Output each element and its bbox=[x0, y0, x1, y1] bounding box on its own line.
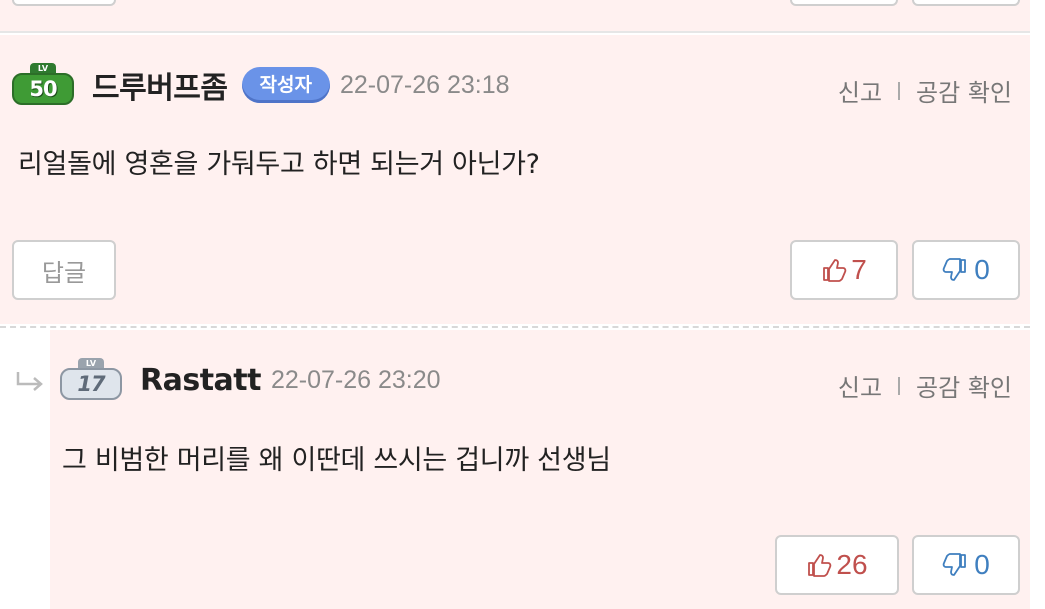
like-button[interactable]: 26 bbox=[775, 535, 899, 595]
reply-button[interactable]: 답글 bbox=[12, 240, 116, 300]
divider bbox=[898, 81, 901, 100]
thumbs-up-icon bbox=[806, 552, 832, 578]
author-name[interactable]: Rastatt bbox=[140, 363, 261, 398]
comment-time: 22-07-26 23:20 bbox=[270, 365, 441, 394]
author-badge: 작성자 bbox=[241, 67, 330, 103]
comment-actions: 신고 공감 확인 bbox=[838, 73, 1012, 108]
dislike-count: 0 bbox=[974, 254, 990, 285]
level-number: 17 bbox=[60, 368, 122, 400]
reply-arrow-icon bbox=[16, 372, 43, 391]
dislike-button[interactable]: 0 bbox=[912, 240, 1020, 300]
check-likes-link[interactable]: 공감 확인 bbox=[916, 368, 1012, 403]
report-link[interactable]: 신고 bbox=[838, 73, 882, 108]
comment-actions: 신고 공감 확인 bbox=[838, 368, 1012, 403]
check-likes-link[interactable]: 공감 확인 bbox=[916, 73, 1012, 108]
author-name[interactable]: 드루버프좀 bbox=[92, 63, 228, 107]
comment-header: LV 50 드루버프좀 작성자 22-07-26 23:18 bbox=[12, 63, 510, 107]
previous-like-button[interactable] bbox=[790, 0, 898, 6]
like-count: 7 bbox=[851, 254, 867, 285]
comment-divider bbox=[0, 326, 1030, 328]
thumbs-down-icon bbox=[942, 257, 968, 283]
report-link[interactable]: 신고 bbox=[838, 368, 882, 403]
reply-button-label: 답글 bbox=[41, 258, 87, 287]
previous-dislike-button[interactable] bbox=[912, 0, 1020, 6]
level-number: 50 bbox=[12, 73, 74, 105]
comment-text: 리얼돌에 영혼을 가둬두고 하면 되는거 아닌가? bbox=[18, 149, 540, 180]
comment-item: LV 50 드루버프좀 작성자 22-07-26 23:18 신고 공감 확인 … bbox=[0, 35, 1030, 324]
reply-comment-item: LV 17 Rastatt 22-07-26 23:20 신고 공감 확인 그 … bbox=[50, 330, 1030, 609]
comment-header: LV 17 Rastatt 22-07-26 23:20 bbox=[60, 358, 441, 402]
like-count: 26 bbox=[836, 549, 868, 580]
like-button[interactable]: 7 bbox=[790, 240, 898, 300]
comment-text: 그 비범한 머리를 왜 이딴데 쓰시는 겁니까 선생님 bbox=[62, 445, 611, 476]
level-icon: LV 50 bbox=[12, 63, 74, 107]
level-icon: LV 17 bbox=[60, 358, 122, 402]
comment-section: LV 50 드루버프좀 작성자 22-07-26 23:18 신고 공감 확인 … bbox=[0, 0, 1045, 609]
previous-comment-strip bbox=[0, 0, 1030, 33]
dislike-count: 0 bbox=[974, 549, 990, 580]
divider bbox=[898, 376, 901, 395]
comment-time: 22-07-26 23:18 bbox=[339, 70, 510, 99]
dislike-button[interactable]: 0 bbox=[912, 535, 1020, 595]
thumbs-down-icon bbox=[942, 552, 968, 578]
previous-reply-button[interactable] bbox=[12, 0, 116, 6]
thumbs-up-icon bbox=[821, 257, 847, 283]
